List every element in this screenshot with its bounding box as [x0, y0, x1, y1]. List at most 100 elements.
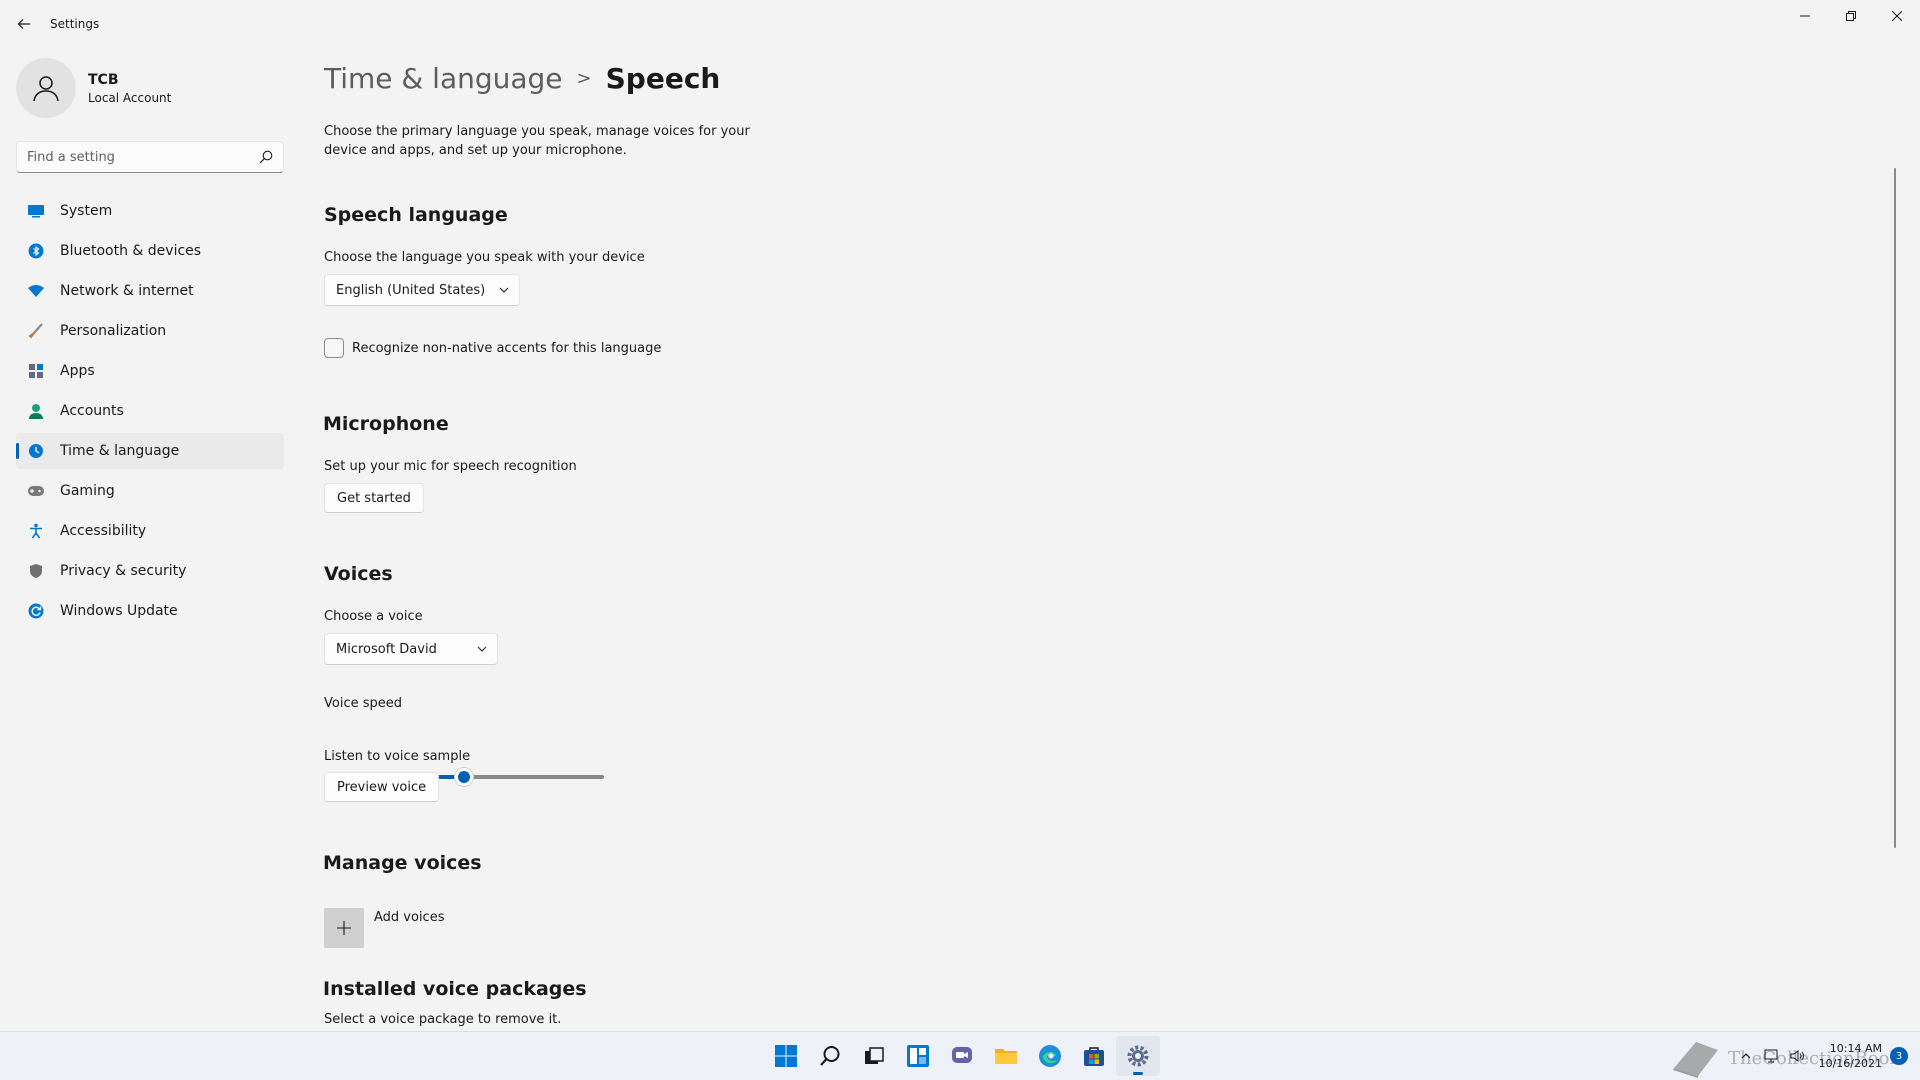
sidebar-item-network[interactable]: Network & internet: [16, 273, 284, 309]
sidebar-item-label: System: [60, 203, 113, 219]
sidebar-item-system[interactable]: System: [16, 193, 284, 229]
sidebar-item-label: Personalization: [60, 323, 167, 339]
clock-date: 10/16/2021: [1818, 1057, 1882, 1070]
bluetooth-icon: [26, 241, 46, 261]
taskbar-search-button[interactable]: [808, 1036, 852, 1076]
app-title: Settings: [50, 17, 100, 31]
system-tray: 10:14 AM 10/16/2021 3: [1731, 1032, 1908, 1080]
choose-voice-label: Choose a voice: [324, 609, 423, 624]
sidebar-nav: System Bluetooth & devices Network & int…: [16, 193, 284, 633]
profile-account-type: Local Account: [88, 90, 172, 105]
settings-icon: [1127, 1045, 1149, 1067]
apps-icon: [26, 361, 46, 381]
sidebar-item-label: Apps: [60, 363, 95, 379]
sidebar-item-personalization[interactable]: Personalization: [16, 313, 284, 349]
taskbar-apps: [764, 1032, 1160, 1080]
installed-packages-heading: Installed voice packages: [323, 978, 587, 1000]
chevron-down-icon: [477, 646, 487, 652]
book-icon: [1673, 1042, 1718, 1078]
sidebar-item-bluetooth[interactable]: Bluetooth & devices: [16, 233, 284, 269]
restore-icon: [1846, 11, 1856, 21]
chat-button[interactable]: [940, 1036, 984, 1076]
store-icon: [1084, 1047, 1104, 1066]
sidebar-item-time-language[interactable]: Time & language: [16, 433, 284, 469]
sidebar-item-apps[interactable]: Apps: [16, 353, 284, 389]
network-icon: [26, 281, 46, 301]
clock[interactable]: 10:14 AM 10/16/2021: [1819, 1041, 1882, 1071]
globe-clock-icon: [26, 441, 46, 461]
add-voices-item[interactable]: Add voices: [324, 908, 444, 948]
scrollbar[interactable]: [1894, 168, 1896, 848]
start-icon: [775, 1045, 797, 1067]
title-bar: Settings: [0, 0, 1920, 48]
sidebar-item-accessibility[interactable]: Accessibility: [16, 513, 284, 549]
voice-speed-label: Voice speed: [324, 696, 402, 711]
user-profile[interactable]: TCB Local Account: [16, 58, 171, 118]
file-explorer-button[interactable]: [984, 1036, 1028, 1076]
slider-thumb[interactable]: [454, 767, 474, 787]
microphone-label: Set up your mic for speech recognition: [324, 459, 577, 474]
volume-tray-button[interactable]: [1787, 1045, 1809, 1067]
add-voices-button[interactable]: [324, 908, 364, 948]
network-tray-button[interactable]: [1761, 1045, 1783, 1067]
edge-icon: [1039, 1045, 1061, 1067]
sidebar-item-windows-update[interactable]: Windows Update: [16, 593, 284, 629]
speech-language-label: Choose the language you speak with your …: [324, 250, 645, 265]
restore-button[interactable]: [1828, 0, 1874, 32]
minimize-button[interactable]: [1782, 0, 1828, 32]
voice-dropdown[interactable]: Microsoft David: [324, 633, 498, 665]
search-box[interactable]: [16, 141, 284, 173]
shield-icon: [26, 561, 46, 581]
plus-icon: [337, 921, 351, 935]
back-arrow-icon: [17, 19, 30, 29]
breadcrumb: Time & language > Speech: [324, 56, 720, 100]
start-button[interactable]: [764, 1036, 808, 1076]
settings-app-button[interactable]: [1116, 1036, 1160, 1076]
window-controls: [1782, 0, 1920, 32]
add-voices-label: Add voices: [374, 910, 445, 925]
task-view-button[interactable]: [852, 1036, 896, 1076]
chat-icon: [952, 1047, 972, 1063]
widgets-button[interactable]: [896, 1036, 940, 1076]
get-started-button[interactable]: Get started: [324, 483, 424, 513]
speech-language-heading: Speech language: [324, 204, 508, 226]
edge-button[interactable]: [1028, 1036, 1072, 1076]
person-icon: [33, 76, 59, 102]
sidebar: TCB Local Account System Bluetooth & dev…: [0, 48, 300, 1031]
non-native-accents-option[interactable]: Recognize non-native accents for this la…: [324, 338, 661, 358]
sidebar-item-label: Accounts: [60, 403, 124, 419]
system-icon: [26, 201, 46, 221]
sidebar-item-privacy-security[interactable]: Privacy & security: [16, 553, 284, 589]
chevron-down-icon: [499, 287, 509, 293]
voice-sample-label: Listen to voice sample: [324, 749, 471, 764]
close-button[interactable]: [1874, 0, 1920, 32]
sidebar-item-gaming[interactable]: Gaming: [16, 473, 284, 509]
breadcrumb-separator: >: [576, 67, 592, 89]
minimize-icon: [1800, 15, 1810, 17]
non-native-accents-checkbox[interactable]: [324, 338, 344, 358]
voice-selected: Microsoft David: [336, 641, 437, 657]
breadcrumb-parent[interactable]: Time & language: [324, 62, 563, 95]
brush-icon: [26, 321, 46, 341]
search-input[interactable]: [27, 149, 259, 165]
speech-language-selected: English (United States): [336, 282, 486, 298]
store-button[interactable]: [1072, 1036, 1116, 1076]
notification-badge[interactable]: 3: [1890, 1047, 1908, 1065]
clock-time: 10:14 AM: [1829, 1042, 1882, 1055]
sidebar-item-label: Gaming: [60, 483, 115, 499]
search-icon[interactable]: [259, 150, 273, 164]
installed-packages-subtitle: Select a voice package to remove it.: [324, 1012, 562, 1027]
avatar: [16, 58, 76, 118]
accounts-icon: [26, 401, 46, 421]
non-native-accents-label: Recognize non-native accents for this la…: [352, 340, 662, 356]
tray-overflow-button[interactable]: [1735, 1045, 1757, 1067]
preview-voice-button[interactable]: Preview voice: [324, 772, 440, 802]
sidebar-item-label: Privacy & security: [60, 563, 187, 579]
voices-heading: Voices: [324, 563, 393, 585]
profile-name: TCB: [88, 71, 119, 88]
sidebar-item-accounts[interactable]: Accounts: [16, 393, 284, 429]
back-button[interactable]: [12, 12, 36, 36]
sidebar-item-label: Accessibility: [60, 523, 147, 539]
sidebar-item-label: Network & internet: [60, 283, 194, 299]
speech-language-dropdown[interactable]: English (United States): [324, 274, 521, 306]
